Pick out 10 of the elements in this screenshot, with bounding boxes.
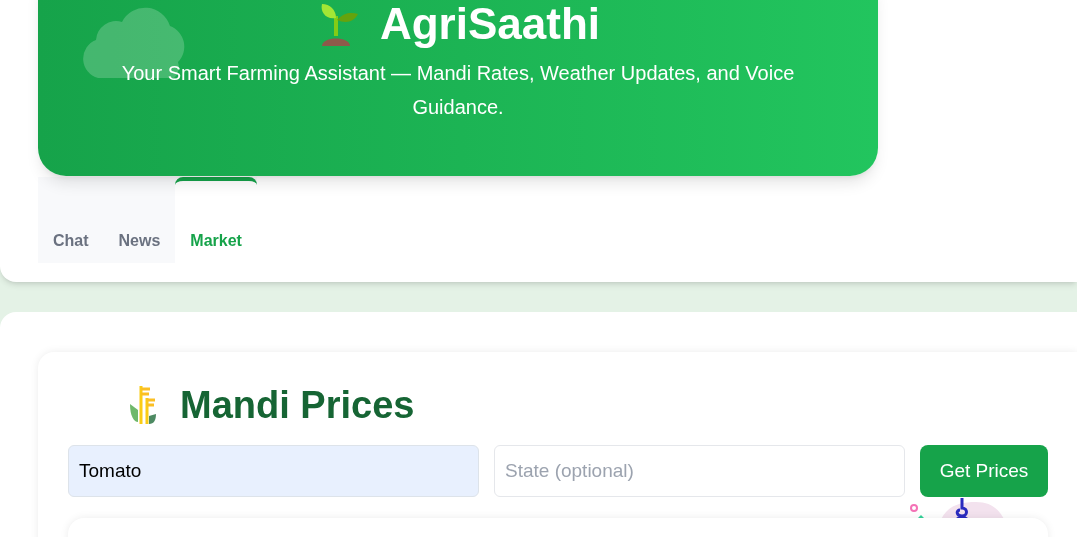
- tab[interactable]: News: [103, 177, 176, 263]
- app-title: AgriSaathi: [379, 2, 600, 46]
- tab[interactable]: Market: [175, 177, 257, 263]
- state-field[interactable]: State (optional): [494, 445, 905, 497]
- app-subtitle: Your Smart Farming Assistant — Mandi Rates, Weather Updates, and Voice Guidance.: [120, 61, 796, 120]
- commodity-field[interactable]: Tomato: [68, 445, 479, 497]
- section-title: Mandi Prices: [180, 386, 415, 424]
- get-prices-button[interactable]: Get Prices: [920, 445, 1048, 497]
- tab[interactable]: Chat: [38, 177, 104, 263]
- wheat-icon: [130, 386, 156, 424]
